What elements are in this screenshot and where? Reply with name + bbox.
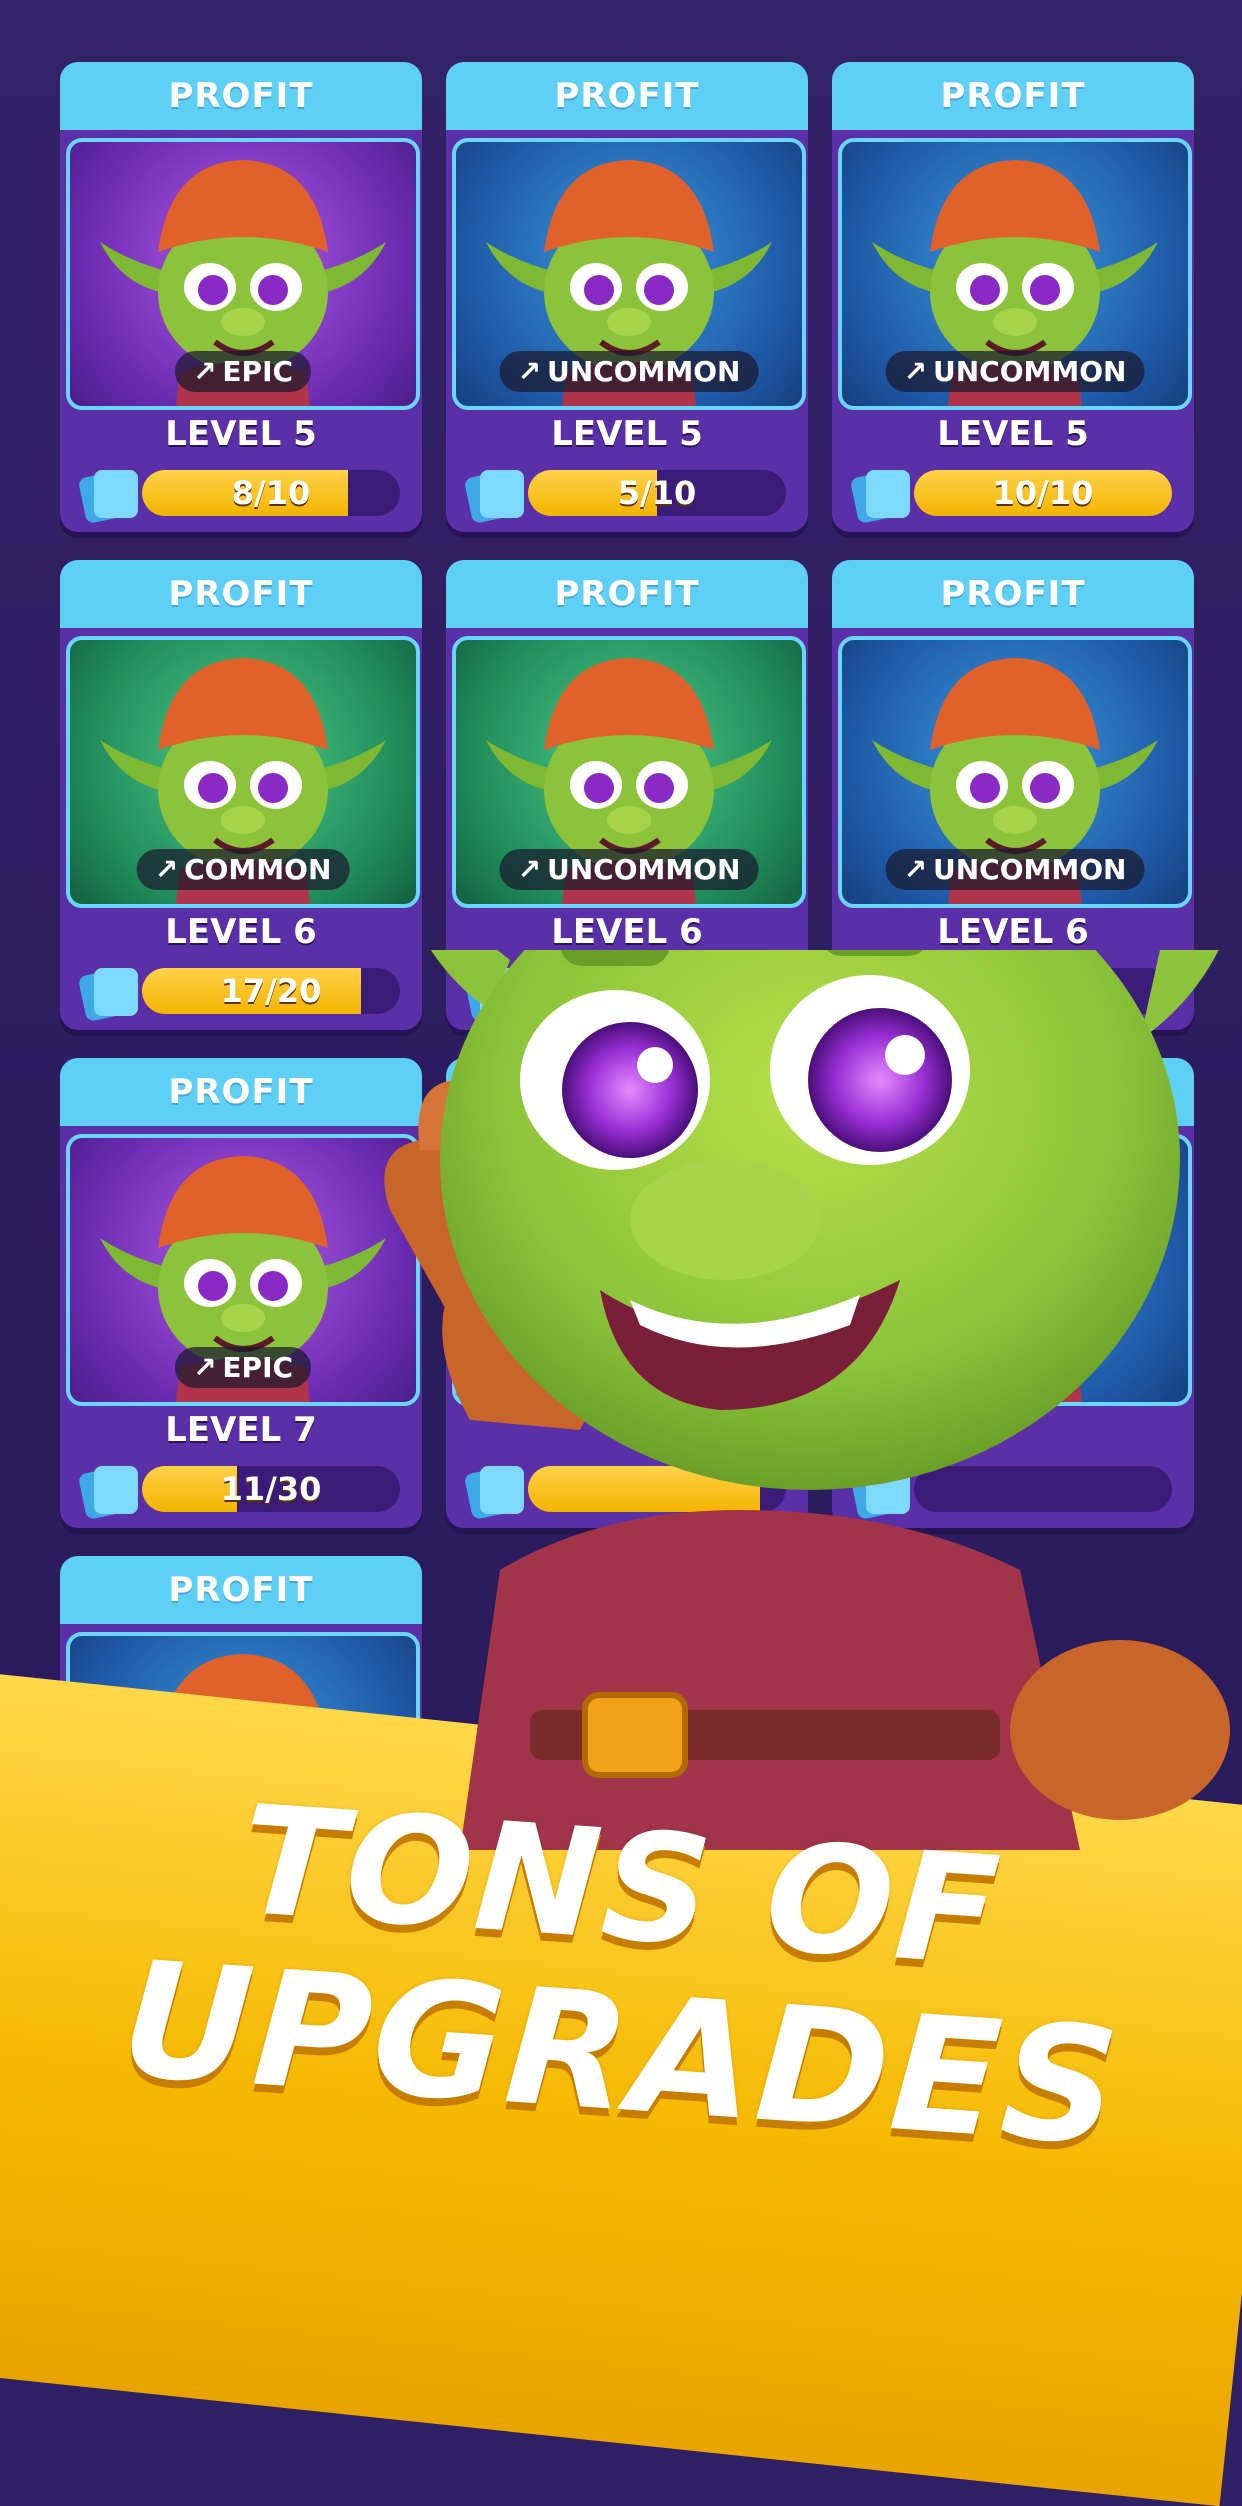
card-header: PROFIT [60,1556,422,1624]
progress-text: 11/30 [220,1470,322,1508]
pickaxe-icon: ↗ [903,355,927,388]
pickaxe-icon: ↗ [517,355,541,388]
progress-text: 5/10 [617,474,697,512]
rarity-badge: ↗ EPIC [174,1347,312,1388]
progress-text: 10/10 [992,474,1094,512]
card-header: PROFIT [60,560,422,628]
level-label: LEVEL 6 [165,912,317,952]
card-header: PROFIT [832,62,1194,130]
card-header: PROFIT [60,62,422,130]
card-header: PROFIT [446,560,808,628]
card-header: PROFIT [446,62,808,130]
rarity-badge: ↗ UNCOMMON [885,849,1145,890]
card-header: PROFIT [60,1058,422,1126]
pickaxe-icon: ↗ [192,1351,217,1384]
upgrade-card[interactable]: PROFIT ↗ UNCOMMON LEVEL 5 10/10 [832,62,1194,532]
level-label: LEVEL 7 [165,1410,317,1450]
level-label: LEVEL 6 [551,912,703,952]
goblin-portrait: ↗ COMMON [66,636,420,908]
progress-bar: 8/10 [142,470,400,516]
goblin-portrait: ↗ UNCOMMON [838,138,1192,410]
pickaxe-icon: ↗ [154,853,179,886]
rarity-label: UNCOMMON [546,853,741,886]
rarity-badge: ↗ COMMON [136,849,350,890]
level-label: LEVEL 5 [551,414,703,454]
level-label: LEVEL 5 [165,414,317,454]
goblin-mascot [384,950,1230,1850]
rarity-label: COMMON [184,853,332,886]
upgrade-card[interactable]: PROFIT ↗ EPIC LEVEL 5 8/10 [60,62,422,532]
card-header: PROFIT [832,560,1194,628]
rarity-label: EPIC [222,355,294,388]
rarity-badge: ↗ EPIC [174,351,312,392]
goblin-portrait: ↗ EPIC [66,138,420,410]
level-label: LEVEL 5 [937,414,1089,454]
rarity-label: UNCOMMON [546,355,741,388]
cards-stack-icon [78,464,146,524]
progress-bar: 10/10 [914,470,1172,516]
rarity-badge: ↗ UNCOMMON [885,351,1145,392]
goblin-portrait: ↗ UNCOMMON [452,138,806,410]
pickaxe-icon: ↗ [517,853,541,886]
rarity-label: UNCOMMON [932,853,1127,886]
upgrade-card[interactable]: PROFIT ↗ EPIC LEVEL 7 11/30 [60,1058,422,1528]
progress-bar: 17/20 [142,968,400,1014]
cards-stack-icon [78,1460,146,1520]
upgrade-card[interactable]: PROFIT ↗ COMMON LEVEL 6 17/20 [60,560,422,1030]
progress-bar: 11/30 [142,1466,400,1512]
goblin-portrait: ↗ UNCOMMON [838,636,1192,908]
goblin-portrait: ↗ UNCOMMON [452,636,806,908]
cards-stack-icon [464,464,532,524]
progress-text: 8/10 [231,474,311,512]
goblin-portrait: ↗ EPIC [66,1134,420,1406]
cards-stack-icon [78,962,146,1022]
progress-bar: 5/10 [528,470,786,516]
pickaxe-icon: ↗ [192,355,217,388]
cards-stack-icon [850,464,918,524]
level-label: LEVEL 6 [937,912,1089,952]
rarity-badge: ↗ UNCOMMON [499,849,759,890]
upgrade-card[interactable]: PROFIT ↗ UNCOMMON LEVEL 5 5/10 [446,62,808,532]
rarity-label: UNCOMMON [932,355,1127,388]
rarity-label: EPIC [222,1351,294,1384]
pickaxe-icon: ↗ [903,853,927,886]
progress-text: 17/20 [220,972,322,1010]
rarity-badge: ↗ UNCOMMON [499,351,759,392]
